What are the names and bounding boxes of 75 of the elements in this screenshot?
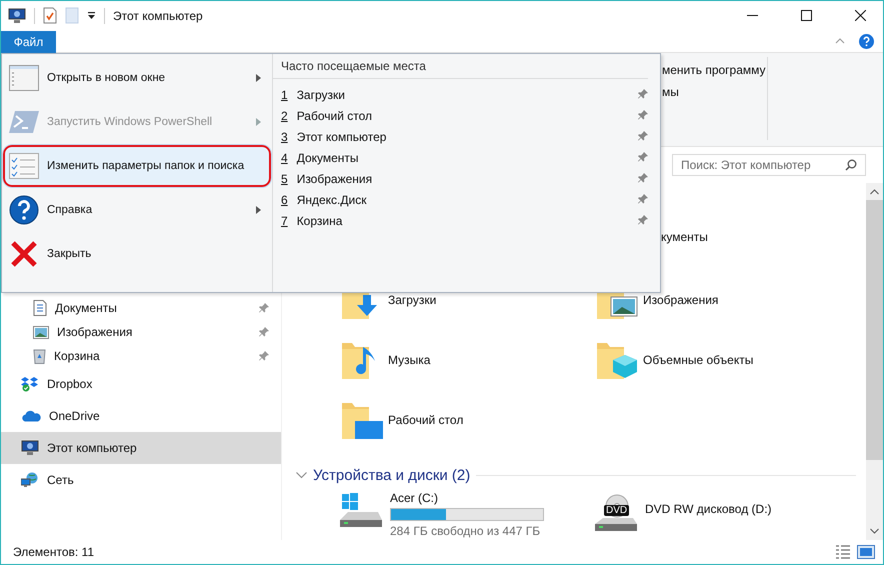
pin-icon[interactable]: [638, 131, 648, 141]
menu-item[interactable]: Изменить параметры папок и поиска: [2, 144, 272, 188]
terminal-icon: [9, 109, 39, 135]
help-icon[interactable]: [859, 34, 874, 48]
recent-places-heading: Часто посещаемые места: [273, 54, 648, 79]
recent-place-item[interactable]: 5 Изображения: [273, 168, 648, 189]
folder-name[interactable]: Объемные объекты: [643, 341, 754, 381]
nav-item[interactable]: Документы: [1, 296, 281, 320]
pin-icon[interactable]: [638, 89, 648, 99]
folder-icon[interactable]: [340, 401, 384, 441]
search-icon: [845, 159, 857, 171]
nav-item[interactable]: Этот компьютер: [1, 432, 281, 464]
nav-item[interactable]: Dropbox: [1, 368, 281, 400]
pin-icon[interactable]: [259, 351, 269, 361]
picture-icon: [33, 326, 49, 338]
pin-icon[interactable]: [638, 110, 648, 120]
computer-icon: [21, 440, 39, 456]
nav-item[interactable]: Сеть: [1, 464, 281, 496]
menu-item[interactable]: Справка: [2, 188, 272, 232]
group-heading[interactable]: Устройства и диски (2): [313, 467, 470, 484]
collapse-ribbon-icon[interactable]: [835, 38, 845, 44]
computer-icon: [8, 8, 26, 24]
window-title: Этот компьютер: [113, 8, 203, 22]
pin-icon[interactable]: [638, 194, 648, 204]
help-icon: [9, 195, 39, 225]
ribbon-command[interactable]: менить программу: [662, 63, 767, 77]
folder-name[interactable]: кументы: [661, 230, 708, 244]
trash-icon: [33, 348, 46, 364]
nav-item[interactable]: Изображения: [1, 320, 281, 344]
folder-name[interactable]: Музыка: [388, 341, 430, 381]
checklist-icon: [9, 153, 39, 179]
tiles-view-icon[interactable]: [857, 545, 875, 559]
nav-item[interactable]: OneDrive: [1, 400, 281, 432]
recent-place-item[interactable]: 3 Этот компьютер: [273, 126, 648, 147]
free-space-text: 284 ГБ свободно из 447 ГБ: [390, 524, 542, 538]
recent-place-item[interactable]: 6 Яндекс.Диск: [273, 189, 648, 210]
folder-name[interactable]: Изображения: [643, 281, 718, 321]
folder-name[interactable]: Рабочий стол: [388, 401, 464, 441]
scrollbar[interactable]: [866, 183, 883, 540]
chevron-down-icon[interactable]: [296, 472, 307, 479]
recent-place-item[interactable]: 7 Корзина: [273, 210, 648, 231]
status-text: Элементов: 11: [13, 545, 94, 559]
dropbox-icon: [21, 376, 39, 392]
maximize-icon: [800, 10, 812, 21]
details-view-icon[interactable]: [835, 545, 851, 559]
window-icon: [9, 65, 39, 91]
scroll-up-icon[interactable]: [870, 189, 879, 195]
scroll-down-icon[interactable]: [870, 528, 879, 534]
search-field[interactable]: Поиск: Этот компьютер: [672, 154, 866, 176]
close-icon: [854, 10, 866, 21]
pin-icon[interactable]: [259, 303, 269, 313]
submenu-arrow-icon: [256, 74, 261, 82]
drive-name[interactable]: DVD RW дисковод (D:): [645, 501, 772, 516]
recent-place-item[interactable]: 4 Документы: [273, 147, 648, 168]
submenu-arrow-icon: [256, 118, 261, 126]
network-icon: [21, 472, 39, 488]
cross-icon: [9, 240, 39, 268]
document-icon: [33, 300, 47, 316]
drive-name[interactable]: Acer (C:): [390, 490, 544, 505]
pin-icon[interactable]: [638, 173, 648, 183]
dropdown-icon[interactable]: [87, 11, 96, 20]
hard-drive-icon[interactable]: [338, 490, 384, 530]
pin-icon[interactable]: [259, 327, 269, 337]
recent-place-item[interactable]: 1 Загрузки: [273, 84, 648, 105]
properties-icon[interactable]: [43, 7, 57, 24]
nav-item[interactable]: Корзина: [1, 344, 281, 368]
menu-item[interactable]: Открыть в новом окне: [2, 56, 272, 100]
pin-icon[interactable]: [638, 215, 648, 225]
recent-place-item[interactable]: 2 Рабочий стол: [273, 105, 648, 126]
cloud-icon: [21, 410, 41, 422]
file-tab[interactable]: Файл: [1, 31, 56, 53]
submenu-arrow-icon: [256, 206, 261, 214]
ribbon-command[interactable]: мы: [662, 85, 767, 99]
pin-icon[interactable]: [638, 152, 648, 162]
menu-item[interactable]: Закрыть: [2, 232, 272, 276]
